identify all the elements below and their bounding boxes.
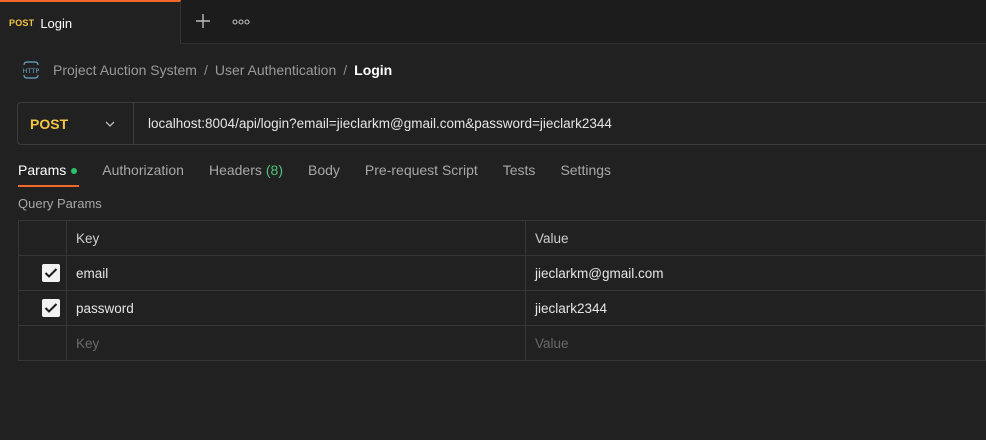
tab-headers[interactable]: Headers (8) xyxy=(209,157,283,187)
tab-pre-request-script[interactable]: Pre-request Script xyxy=(365,157,478,187)
breadcrumb-folder[interactable]: User Authentication xyxy=(215,62,336,78)
method-label: POST xyxy=(30,115,69,132)
tab-bar: POST Login xyxy=(0,0,986,44)
header-key: Key xyxy=(66,220,526,256)
header-value: Value xyxy=(525,220,986,256)
checkmark-icon xyxy=(44,268,58,278)
param-value[interactable]: jieclarkm@gmail.com xyxy=(525,255,986,291)
method-select[interactable]: POST xyxy=(18,103,134,144)
tab-method-badge: POST xyxy=(9,18,35,28)
tab-pre-request-label: Pre-request Script xyxy=(364,162,478,178)
tab-tests-label: Tests xyxy=(502,162,536,178)
tab-body[interactable]: Body xyxy=(308,157,340,187)
new-param-value-input[interactable]: Value xyxy=(525,325,986,361)
tab-authorization[interactable]: Authorization xyxy=(102,157,184,187)
request-tab-login[interactable]: POST Login xyxy=(0,0,181,44)
http-icon: HTTP xyxy=(21,60,41,80)
param-key[interactable]: email xyxy=(66,255,526,291)
tab-authorization-label: Authorization xyxy=(102,162,184,178)
new-param-key-input[interactable]: Key xyxy=(66,325,526,361)
breadcrumb-current-request[interactable]: Login xyxy=(354,62,392,78)
tab-params[interactable]: Params xyxy=(18,157,80,187)
breadcrumb-separator: / xyxy=(343,62,348,78)
new-tab-button[interactable] xyxy=(193,11,213,31)
chevron-down-icon xyxy=(105,121,115,127)
table-row: email jieclarkm@gmail.com xyxy=(18,255,986,291)
tab-body-label: Body xyxy=(308,162,340,178)
breadcrumb-collection[interactable]: Project Auction System xyxy=(53,62,197,78)
table-header-row: Key Value xyxy=(18,220,986,256)
tab-settings-label: Settings xyxy=(560,162,612,178)
ellipsis-icon xyxy=(232,19,250,25)
tab-headers-label: Headers xyxy=(208,162,262,178)
param-checkbox[interactable] xyxy=(42,264,60,282)
param-value[interactable]: jieclark2344 xyxy=(525,290,986,326)
table-row: password jieclark2344 xyxy=(18,290,986,326)
tab-params-label: Params xyxy=(18,162,67,178)
param-checkbox[interactable] xyxy=(42,299,60,317)
request-tabs: Params Authorization Headers (8) Body Pr… xyxy=(18,157,636,187)
param-key[interactable]: password xyxy=(66,290,526,326)
more-tabs-button[interactable] xyxy=(231,14,251,30)
url-input[interactable] xyxy=(134,103,986,144)
query-params-title: Query Params xyxy=(18,196,102,211)
query-params-table: Key Value email jieclarkm@gmail.com pass… xyxy=(18,220,986,361)
request-bar: POST xyxy=(17,102,986,145)
row-check-cell xyxy=(18,290,67,326)
svg-text:HTTP: HTTP xyxy=(23,67,40,75)
checkmark-icon xyxy=(44,303,58,313)
tab-settings[interactable]: Settings xyxy=(560,157,611,187)
breadcrumb: HTTP Project Auction System / User Authe… xyxy=(21,58,392,82)
breadcrumb-separator: / xyxy=(203,62,208,78)
table-row-empty: Key Value xyxy=(18,325,986,361)
tab-title: Login xyxy=(40,15,73,31)
headers-count: (8) xyxy=(265,162,283,178)
row-check-cell xyxy=(18,325,67,361)
tab-tests[interactable]: Tests xyxy=(503,157,536,187)
active-indicator-dot xyxy=(71,168,78,174)
plus-icon xyxy=(196,14,210,28)
header-check-cell xyxy=(18,220,67,256)
row-check-cell xyxy=(18,255,67,291)
